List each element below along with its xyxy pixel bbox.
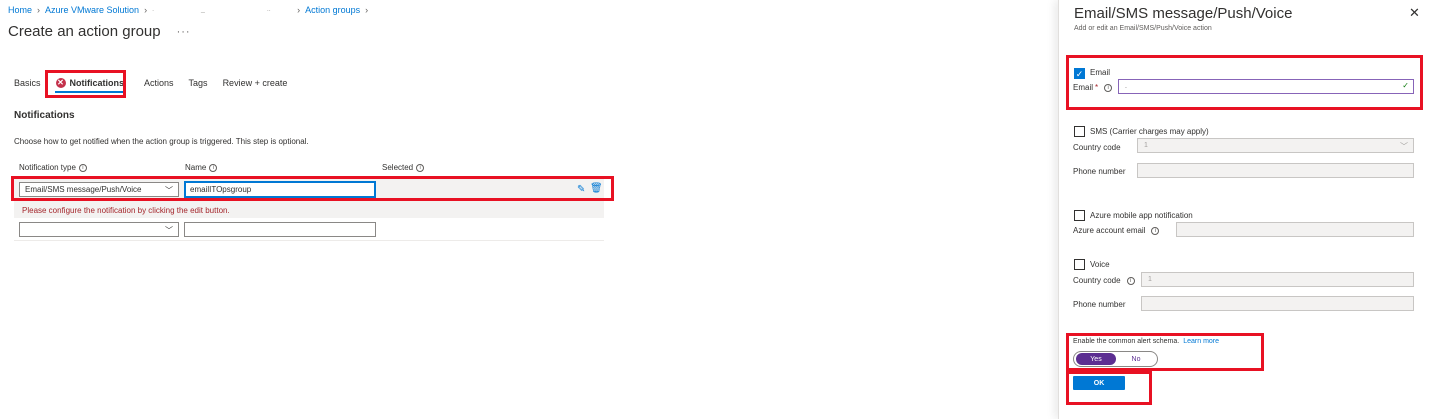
push-checkbox-label: Azure mobile app notification (1090, 211, 1193, 220)
common-schema-label: Enable the common alert schema. Learn mo… (1073, 338, 1219, 345)
country-code-value: 1 (1144, 142, 1148, 149)
sms-country-code-label: Country code (1073, 143, 1121, 152)
info-icon[interactable]: i (78, 163, 87, 172)
column-header-type: Notification type i (19, 163, 87, 172)
column-header-label: Notification type (19, 163, 76, 172)
tab-label: Tags (188, 78, 208, 88)
pane-subtitle: Add or edit an Email/SMS/Push/Voice acti… (1074, 25, 1212, 32)
more-options-icon[interactable]: ··· (177, 26, 191, 38)
tab-actions[interactable]: Actions (144, 72, 174, 94)
email-label: Email * i (1073, 83, 1113, 92)
page-title: Create an action group (8, 23, 161, 40)
section-title: Notifications (14, 110, 75, 121)
checkmark-icon: ✓ (1402, 81, 1409, 90)
email-checkbox-label: Email (1090, 68, 1111, 77)
tab-label: Review + create (222, 78, 288, 88)
notification-type-select-empty[interactable]: ﹀ (19, 222, 179, 237)
info-icon[interactable]: i (416, 163, 425, 172)
tab-label: Basics (14, 78, 41, 88)
toggle-no[interactable]: No (1116, 356, 1156, 363)
breadcrumb: Home › Azure VMware Solution › . _ .. › … (8, 5, 373, 15)
email-input[interactable]: . ✓ (1118, 79, 1414, 94)
row-error-message: Please configure the notification by cli… (22, 206, 230, 215)
azure-account-email-input[interactable] (1176, 222, 1414, 237)
ok-button[interactable]: OK (1073, 376, 1125, 390)
chevron-right-icon: › (144, 5, 148, 15)
azure-account-email-label: Azure account email i (1073, 226, 1160, 235)
pane-title: Email/SMS message/Push/Voice (1074, 5, 1293, 22)
column-header-name: Name i (185, 163, 218, 172)
tab-label: Actions (144, 78, 174, 88)
sms-country-code-select[interactable]: 1 ﹀ (1137, 138, 1414, 153)
info-icon[interactable]: i (1126, 276, 1135, 285)
tab-basics[interactable]: Basics (14, 72, 41, 94)
sms-phone-label: Phone number (1073, 167, 1126, 176)
breadcrumb-action-groups[interactable]: Action groups (305, 5, 360, 15)
chevron-right-icon: › (297, 5, 301, 15)
voice-phone-label: Phone number (1073, 300, 1126, 309)
info-icon[interactable]: i (209, 163, 218, 172)
push-checkbox[interactable] (1074, 210, 1085, 221)
learn-more-link[interactable]: Learn more (1183, 338, 1219, 345)
main-blade: Home › Azure VMware Solution › . _ .. › … (0, 0, 1058, 419)
email-checkbox[interactable]: ✓ (1074, 68, 1085, 79)
tab-review-create[interactable]: Review + create (223, 72, 288, 94)
toggle-yes[interactable]: Yes (1076, 353, 1116, 365)
section-description: Choose how to get notified when the acti… (14, 137, 309, 146)
voice-phone-input[interactable] (1141, 296, 1414, 311)
divider (14, 240, 604, 241)
voice-country-code-input[interactable]: 1 (1141, 272, 1414, 287)
breadcrumb-azure-vmware-solution[interactable]: Azure VMware Solution (45, 5, 139, 15)
column-header-label: Selected (382, 163, 414, 172)
chevron-right-icon: › (37, 5, 41, 15)
column-header-label: Name (185, 163, 207, 172)
column-header-selected: Selected i (382, 163, 425, 172)
voice-checkbox-label: Voice (1090, 260, 1110, 269)
common-schema-text: Enable the common alert schema. (1073, 338, 1180, 345)
azure-account-email-text: Azure account email (1073, 226, 1146, 235)
country-code-value: 1 (1148, 276, 1152, 283)
breadcrumb-home[interactable]: Home (8, 5, 32, 15)
voice-country-code-label: Country code i (1073, 276, 1135, 285)
chevron-right-icon: › (365, 5, 369, 15)
info-icon[interactable]: i (1151, 226, 1160, 235)
chevron-down-icon: ﹀ (1400, 142, 1408, 151)
notification-name-input-empty[interactable] (184, 222, 376, 237)
email-label-text: Email (1073, 83, 1094, 92)
tab-tags[interactable]: Tags (189, 72, 208, 94)
highlight-box-notifications-tab (45, 70, 126, 98)
common-schema-toggle[interactable]: Yes No (1073, 351, 1158, 367)
sms-phone-input[interactable] (1137, 163, 1414, 178)
voice-country-code-text: Country code (1073, 276, 1121, 285)
sms-checkbox-label: SMS (Carrier charges may apply) (1090, 127, 1209, 136)
highlight-box-notification-row (11, 176, 614, 201)
info-icon[interactable]: i (1104, 83, 1113, 92)
email-value: . (1125, 83, 1127, 90)
required-marker: * (1095, 83, 1099, 92)
sms-checkbox[interactable] (1074, 126, 1085, 137)
close-icon[interactable]: ✕ (1409, 5, 1420, 21)
chevron-down-icon: ﹀ (165, 226, 173, 235)
breadcrumb-redacted[interactable]: . _ .. (152, 6, 292, 14)
page-title-container: Create an action group ··· (8, 23, 191, 40)
voice-checkbox[interactable] (1074, 259, 1085, 270)
